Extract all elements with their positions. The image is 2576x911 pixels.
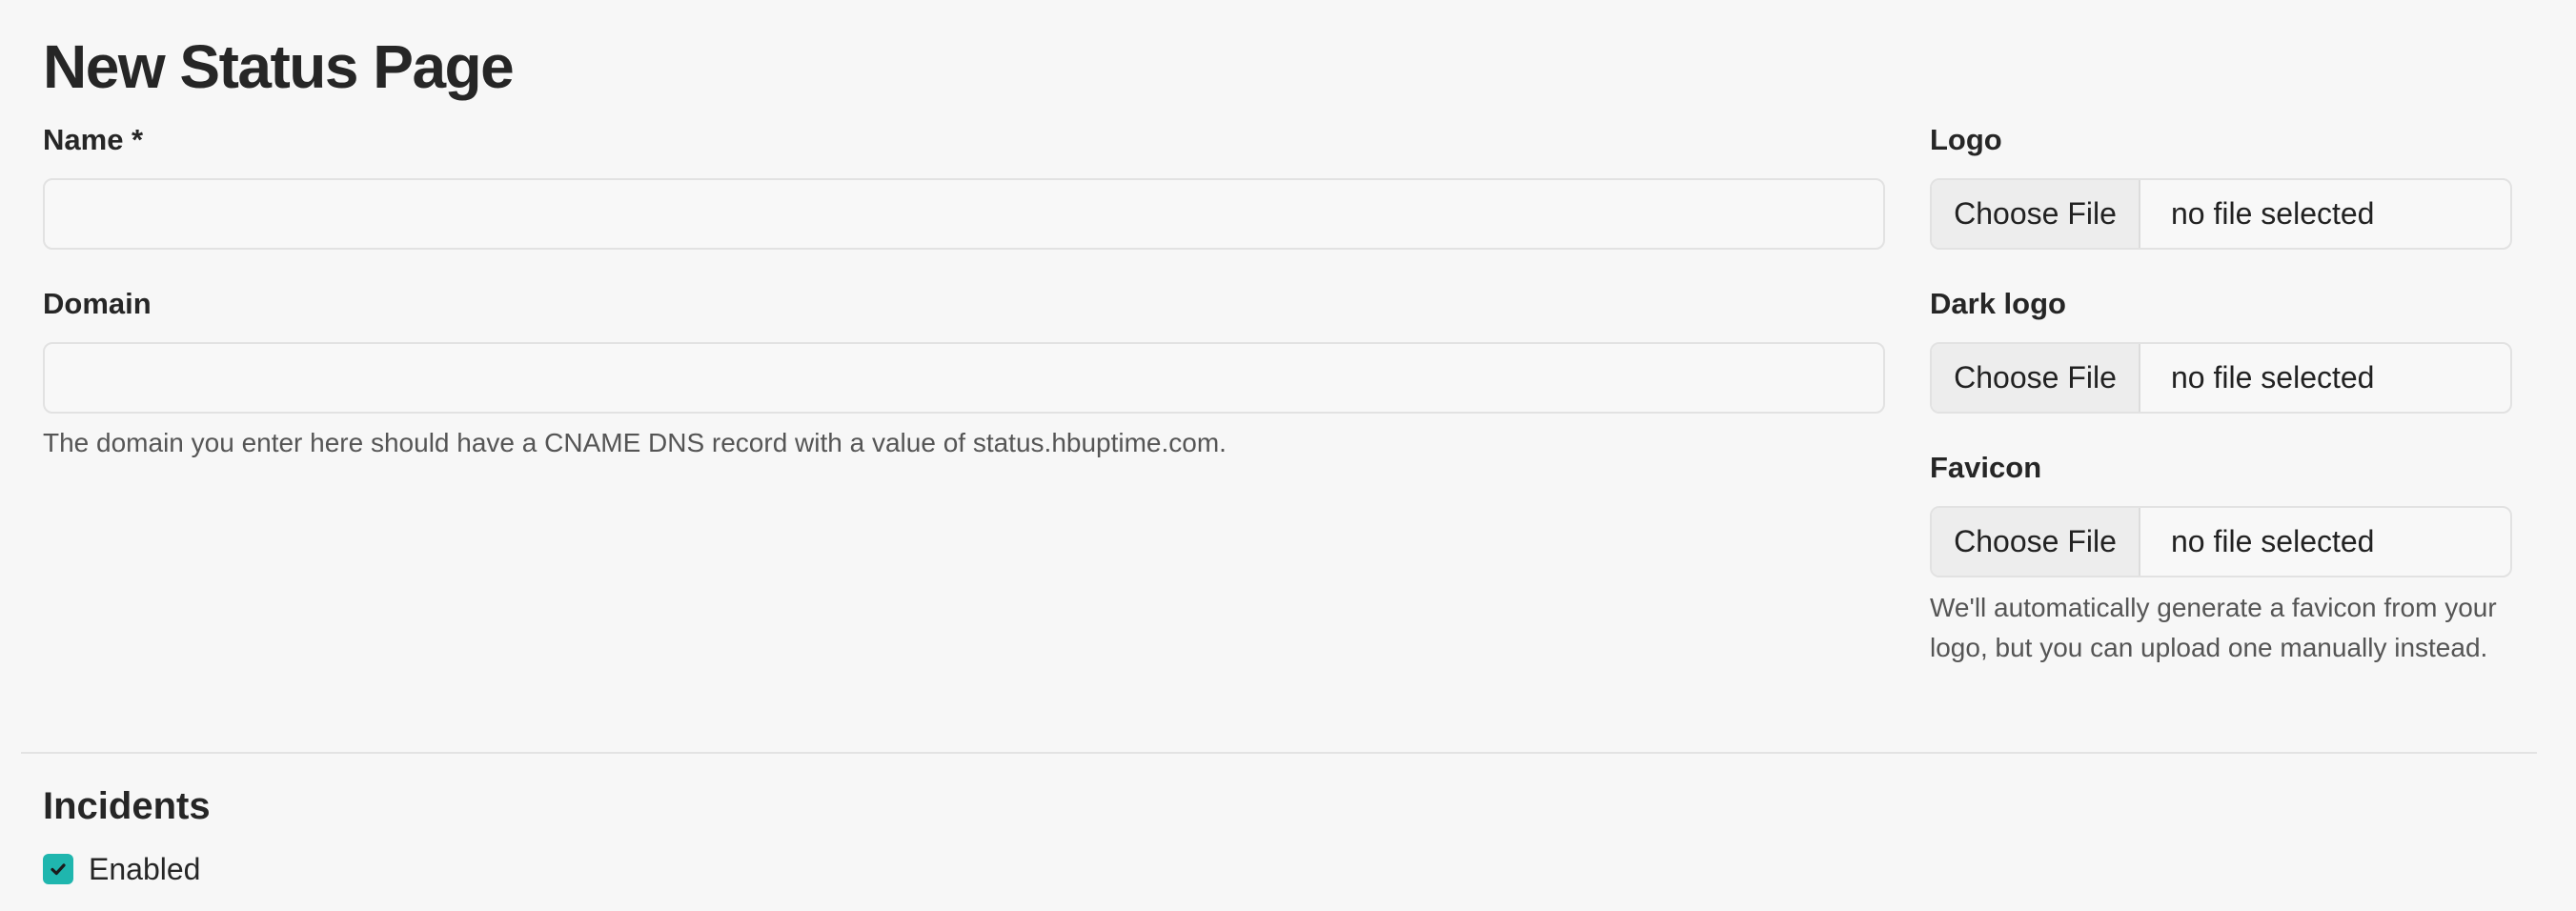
domain-input[interactable] — [43, 342, 1885, 414]
dark-logo-file-status: no file selected — [2171, 360, 2375, 395]
incidents-section-title: Incidents — [43, 785, 211, 827]
domain-label: Domain — [43, 287, 152, 320]
new-status-page-form: New Status Page Name * Domain The domain… — [0, 0, 2576, 911]
favicon-choose-file-button[interactable]: Choose File — [1932, 508, 2140, 576]
favicon-help-text: We'll automatically generate a favicon f… — [1930, 593, 2497, 662]
logo-file-status: no file selected — [2171, 196, 2375, 231]
logo-file-input: Choose File no file selected — [1930, 178, 2512, 250]
incidents-enabled-row: Enabled — [43, 848, 200, 890]
dark-logo-label: Dark logo — [1930, 287, 2066, 320]
dark-logo-file-input: Choose File no file selected — [1930, 342, 2512, 414]
name-label: Name * — [43, 123, 144, 156]
name-input[interactable] — [43, 178, 1885, 250]
section-divider — [21, 752, 2537, 754]
favicon-file-status: no file selected — [2171, 524, 2375, 558]
logo-label: Logo — [1930, 123, 2002, 156]
logo-choose-file-button[interactable]: Choose File — [1932, 180, 2140, 248]
incidents-enabled-label: Enabled — [89, 851, 201, 886]
incidents-enabled-checkbox[interactable] — [43, 854, 73, 884]
domain-help-text: The domain you enter here should have a … — [43, 428, 1227, 457]
favicon-file-input: Choose File no file selected — [1930, 506, 2512, 577]
checkmark-icon — [51, 863, 66, 876]
favicon-label: Favicon — [1930, 451, 2042, 484]
dark-logo-choose-file-button[interactable]: Choose File — [1932, 344, 2140, 412]
page-title: New Status Page — [43, 32, 515, 101]
